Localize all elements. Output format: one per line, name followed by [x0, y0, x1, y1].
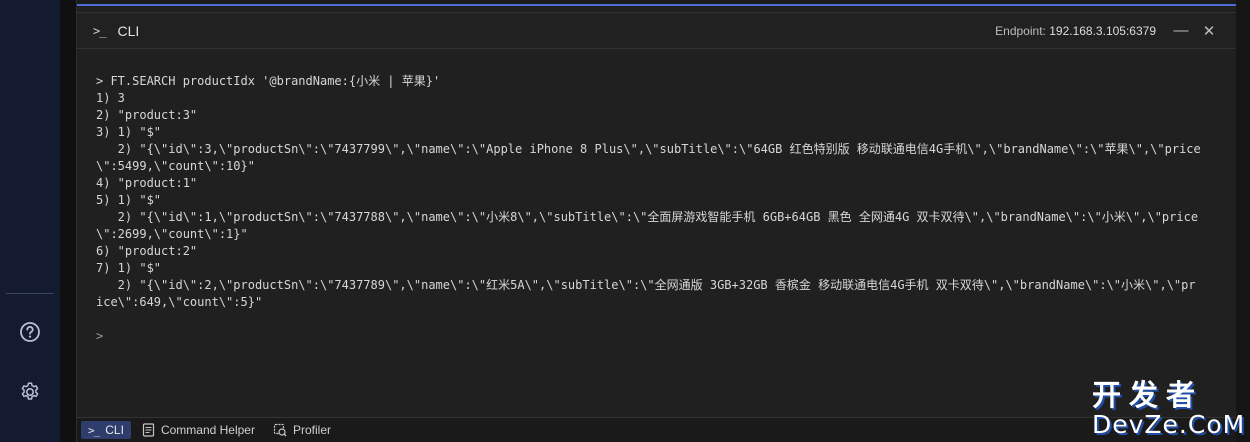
- nav-divider: [6, 293, 54, 294]
- profiler-icon: [273, 423, 287, 437]
- settings-button[interactable]: [15, 377, 45, 407]
- watermark-en: DevZe.CoM: [1092, 410, 1246, 439]
- endpoint-info: Endpoint: 192.168.3.105:6379: [995, 24, 1156, 38]
- tab-command-helper[interactable]: Command Helper: [135, 421, 262, 439]
- terminal-icon: >_: [93, 23, 106, 38]
- output-line: 3) 1) "$": [96, 125, 162, 139]
- watermark-cn: 开发者: [1092, 378, 1204, 412]
- close-button[interactable]: ✕: [1200, 22, 1218, 40]
- output-line: 2) "{\"id\":2,\"productSn\":\"7437789\",…: [96, 278, 1196, 292]
- bottom-toolbar: >_ CLI Command Helper Profiler: [77, 417, 1236, 442]
- output-line: 7) 1) "$": [96, 261, 162, 275]
- command-line: > FT.SEARCH productIdx '@brandName:{小米 |…: [96, 74, 441, 88]
- endpoint-label: Endpoint:: [995, 23, 1046, 38]
- output-line: 5) 1) "$": [96, 193, 162, 207]
- question-circle-icon: [20, 322, 40, 342]
- tab-label: Command Helper: [160, 423, 255, 437]
- tab-cli[interactable]: >_ CLI: [81, 421, 131, 439]
- side-nav: [0, 0, 60, 442]
- output-line: 2) "product:3": [96, 108, 198, 122]
- output-line: 4) "product:1": [96, 176, 198, 190]
- cli-header: >_ CLI Endpoint: 192.168.3.105:6379 — ✕: [77, 12, 1236, 49]
- gear-icon: [21, 382, 39, 400]
- minimize-button[interactable]: —: [1172, 22, 1190, 40]
- panel-title: CLI: [117, 22, 140, 39]
- output-line: ice\":649,\"count\":5}": [96, 295, 263, 309]
- tab-label: Profiler: [292, 423, 331, 437]
- panel-top-border: [77, 0, 1236, 6]
- document-icon: [142, 423, 155, 437]
- tab-label: CLI: [105, 423, 124, 437]
- output-line: \":2699,\"count\":1}": [96, 227, 248, 241]
- cli-panel: >_ CLI Endpoint: 192.168.3.105:6379 — ✕ …: [76, 0, 1236, 442]
- output-line: \":5499,\"count\":10}": [96, 159, 255, 173]
- terminal-icon: >_: [88, 423, 100, 437]
- close-icon: ✕: [1202, 22, 1216, 40]
- endpoint-value: 192.168.3.105:6379: [1049, 23, 1156, 38]
- panel-gap: [60, 0, 76, 442]
- output-line: 2) "{\"id\":3,\"productSn\":\"7437799\",…: [96, 142, 1201, 156]
- cli-input[interactable]: >: [96, 329, 103, 343]
- output-line: 2) "{\"id\":1,\"productSn\":\"7437788\",…: [96, 210, 1199, 224]
- minimize-icon: —: [1173, 22, 1189, 39]
- output-line: 1) 3: [96, 91, 125, 105]
- watermark: 开发者 DevZe.CoM: [1092, 372, 1246, 439]
- output-line: 6) "product:2": [96, 244, 198, 258]
- help-button[interactable]: [15, 317, 45, 347]
- cli-output: > FT.SEARCH productIdx '@brandName:{小米 |…: [96, 73, 1226, 311]
- tab-profiler[interactable]: Profiler: [266, 421, 338, 439]
